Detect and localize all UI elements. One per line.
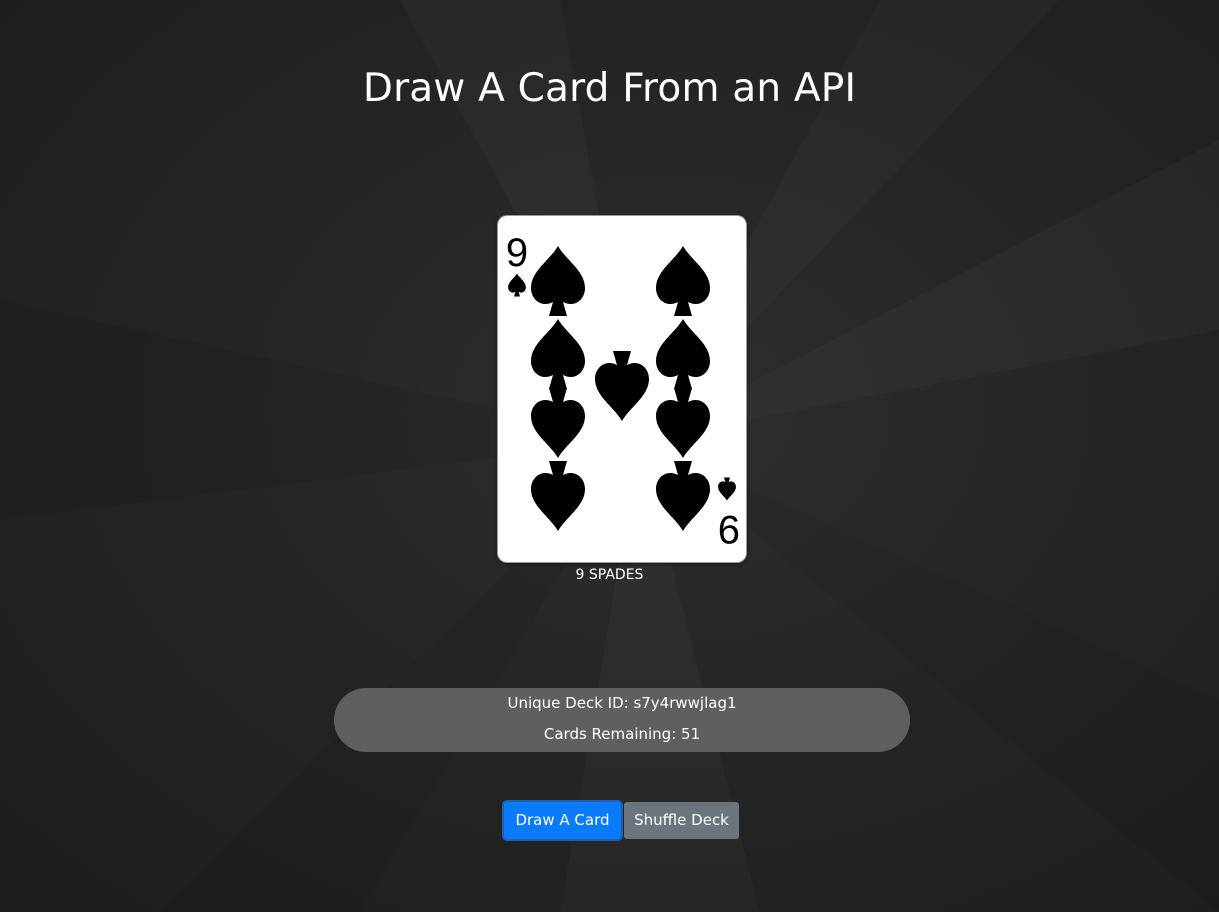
shuffle-deck-button[interactable]: Shuffle Deck (624, 802, 739, 839)
draw-card-button[interactable]: Draw A Card (504, 802, 621, 839)
card-caption: 9 SPADES (575, 567, 644, 583)
card-rank-top: 9 (506, 231, 528, 275)
cards-remaining-label: Cards Remaining: 51 (543, 725, 701, 743)
spade-icon (508, 273, 526, 297)
deck-id-label: Unique Deck ID: s7y4rwwjlag1 (507, 694, 737, 712)
deck-info-panel: Unique Deck ID: s7y4rwwjlag1 Cards Remai… (334, 688, 910, 752)
spade-pips (531, 246, 710, 531)
spade-icon (718, 477, 736, 501)
card-face: 9 9 (506, 231, 740, 551)
playing-card-nine-of-spades: 9 9 (498, 216, 746, 562)
card-rank-bottom: 9 (718, 507, 740, 551)
page-title: Draw A Card From an API (362, 66, 857, 111)
